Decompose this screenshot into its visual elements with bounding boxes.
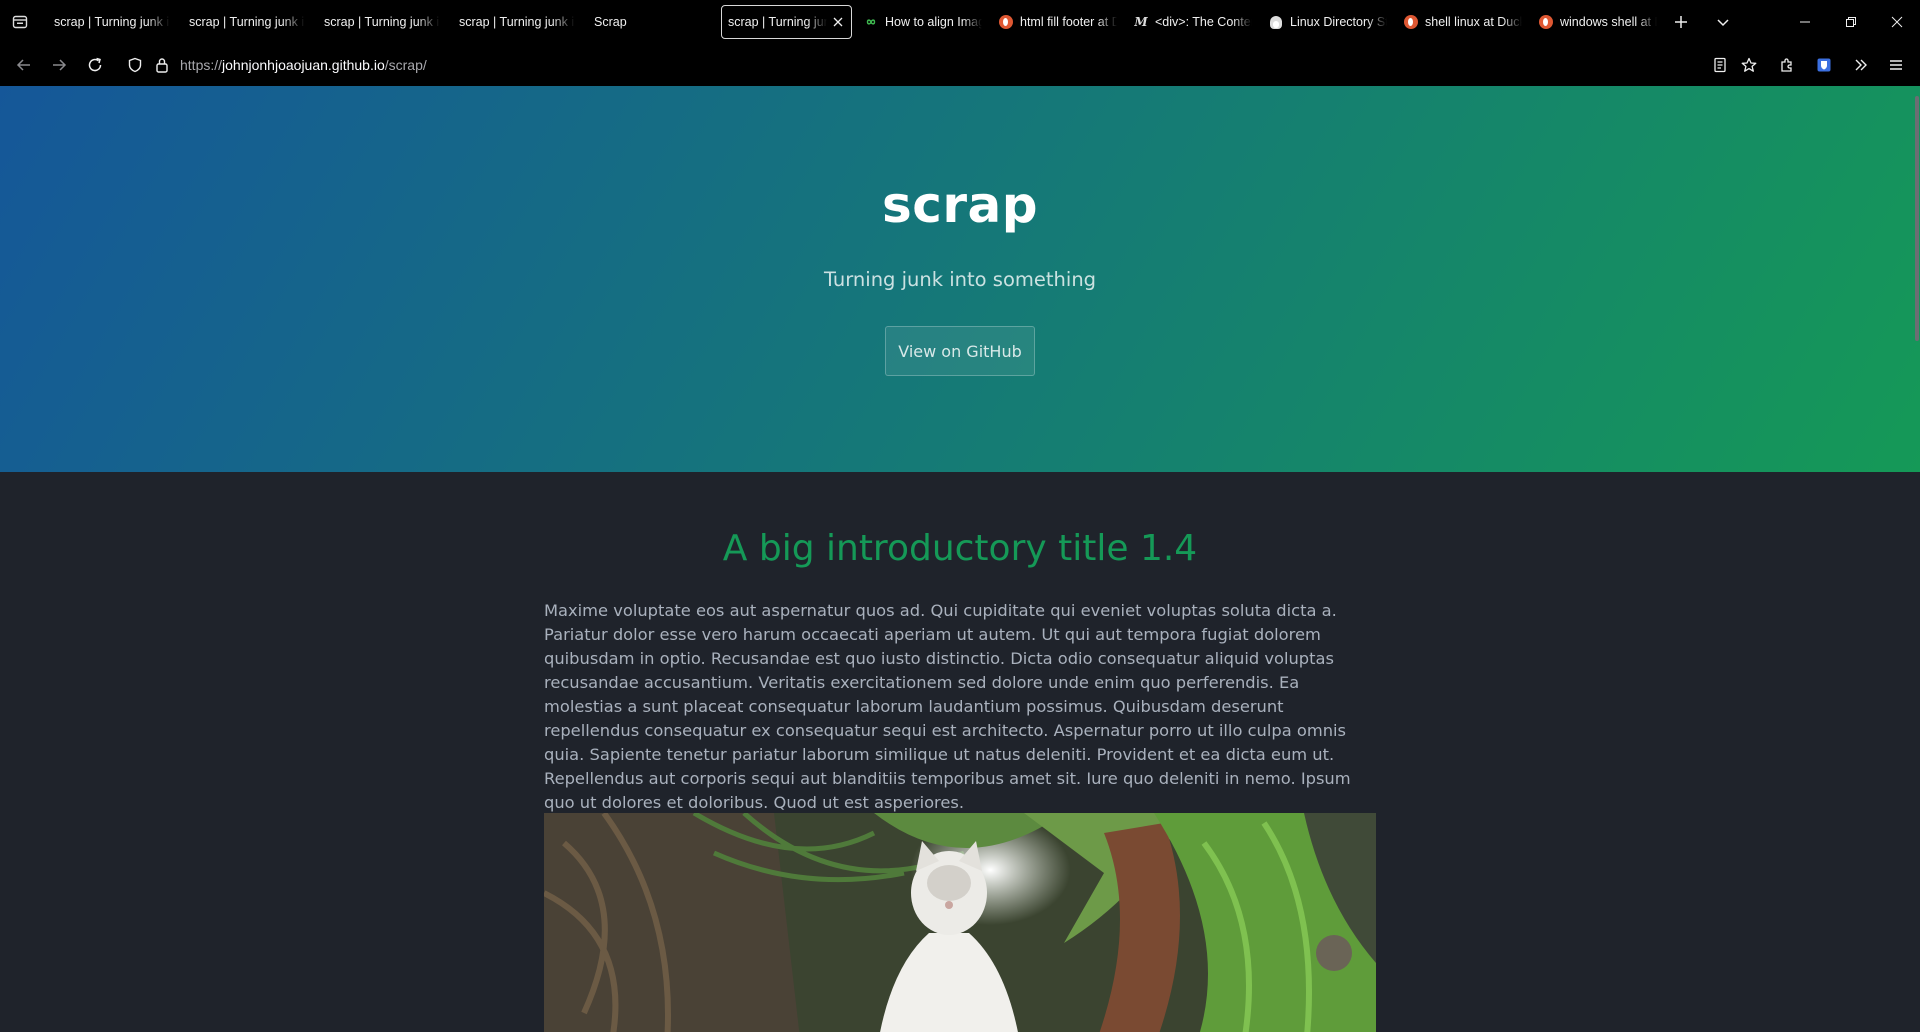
arrow-right-icon: [53, 59, 67, 71]
shield-icon: [128, 57, 142, 73]
tracking-protection-button[interactable]: [123, 53, 147, 77]
project-tagline: Turning junk into something: [823, 268, 1097, 291]
page-viewport: scrap Turning junk into something View o…: [0, 86, 1920, 1032]
tab[interactable]: scrap | Turning junk into something: [183, 5, 311, 39]
main-content: A big introductory title 1.4 Maxime volu…: [544, 472, 1376, 815]
page-scrollbar[interactable]: [1914, 86, 1920, 1032]
tab-title: scrap | Turning junk into something: [728, 15, 827, 29]
list-all-tabs-button[interactable]: [1712, 11, 1734, 33]
restore-button[interactable]: [1840, 11, 1862, 33]
password-manager-extension-button[interactable]: [1812, 53, 1836, 77]
reload-button[interactable]: [83, 53, 107, 77]
more-tools-button[interactable]: [1849, 53, 1873, 77]
duckduckgo-favicon-icon: [999, 15, 1013, 29]
firefox-view-icon: [12, 15, 28, 29]
puzzle-icon: [1781, 58, 1792, 72]
close-window-button[interactable]: [1886, 11, 1908, 33]
project-title: scrap: [881, 176, 1039, 234]
intro-heading: A big introductory title 1.4: [722, 528, 1198, 569]
infinity-favicon-icon: [864, 15, 878, 29]
tab-title: Linux Directory Structure: [1290, 15, 1387, 29]
lock-icon: [156, 58, 168, 73]
tab-title: windows shell at DuckDuckGo: [1560, 15, 1657, 29]
tab-title: scrap | Turning junk into something: [324, 15, 440, 29]
url-host: johnjonhjoaojuan.github.io: [222, 57, 385, 73]
tab[interactable]: scrap | Turning junk into something: [453, 5, 581, 39]
minimize-button[interactable]: [1794, 11, 1816, 33]
tab-strip: scrap | Turning junk into something scra…: [0, 0, 1920, 44]
tab-title: shell linux at DuckDuckGo: [1425, 15, 1522, 29]
page-header: scrap Turning junk into something View o…: [0, 86, 1920, 472]
site-security-button[interactable]: [150, 53, 174, 77]
plus-icon: [1675, 16, 1687, 28]
forward-button[interactable]: [47, 53, 71, 77]
tab[interactable]: Linux Directory Structure: [1263, 5, 1393, 39]
tab-title: html fill footer at DuckDuckGo: [1020, 15, 1117, 29]
bookmark-button[interactable]: [1737, 53, 1761, 77]
extensions-button[interactable]: [1775, 53, 1799, 77]
penguin-favicon-icon: [1269, 15, 1283, 29]
tab-active[interactable]: scrap | Turning junk into something: [721, 5, 852, 39]
tab[interactable]: scrap | Turning junk into something: [318, 5, 446, 39]
hamburger-menu-icon: [1890, 60, 1902, 70]
intro-paragraph: Maxime voluptate eos aut aspernatur quos…: [544, 601, 1351, 812]
minimize-icon: [1800, 21, 1810, 23]
arrow-left-icon: [16, 59, 30, 71]
tab[interactable]: scrap | Turning junk into something: [48, 5, 176, 39]
tab-title: <div>: The Content Division element: [1155, 15, 1252, 29]
shield-extension-icon: [1817, 58, 1831, 72]
cat-photo: [544, 813, 1376, 1032]
address-bar[interactable]: https://johnjonhjoaojuan.github.io/scrap…: [180, 57, 427, 73]
duckduckgo-favicon-icon: [1539, 15, 1553, 29]
duckduckgo-favicon-icon: [1404, 15, 1418, 29]
close-icon: [1891, 16, 1903, 28]
close-tab-icon[interactable]: [831, 15, 845, 29]
mdn-favicon-icon: M: [1134, 15, 1148, 29]
view-on-github-button[interactable]: View on GitHub: [885, 326, 1035, 376]
tab[interactable]: Scrap: [588, 5, 716, 39]
tab-title: scrap | Turning junk into something: [459, 15, 575, 29]
restore-icon: [1846, 17, 1856, 27]
tab-title: Scrap: [594, 15, 627, 29]
tab[interactable]: How to align Image: [858, 5, 988, 39]
tab-title: How to align Image: [885, 15, 982, 29]
new-tab-button[interactable]: [1670, 11, 1692, 33]
firefox-view-button[interactable]: [8, 10, 32, 34]
tab[interactable]: windows shell at DuckDuckGo: [1533, 5, 1663, 39]
double-chevron-right-icon: [1855, 59, 1867, 71]
url-protocol: https://: [180, 57, 223, 73]
scrollbar-thumb[interactable]: [1915, 96, 1919, 341]
reader-view-button[interactable]: [1708, 53, 1732, 77]
tab[interactable]: html fill footer at DuckDuckGo: [993, 5, 1123, 39]
tab-title: scrap | Turning junk into something: [54, 15, 170, 29]
tab[interactable]: shell linux at DuckDuckGo: [1398, 5, 1528, 39]
reload-icon: [88, 57, 102, 72]
back-button[interactable]: [12, 53, 36, 77]
tab[interactable]: M <div>: The Content Division element: [1128, 5, 1258, 39]
tab-title: scrap | Turning junk into something: [189, 15, 305, 29]
chevron-down-icon: [1717, 19, 1729, 27]
reader-view-icon: [1714, 57, 1726, 73]
app-menu-button[interactable]: [1884, 53, 1908, 77]
url-path: /scrap/: [384, 57, 427, 73]
star-icon: [1741, 57, 1757, 72]
navigation-toolbar: https://johnjonhjoaojuan.github.io/scrap…: [0, 44, 1920, 86]
